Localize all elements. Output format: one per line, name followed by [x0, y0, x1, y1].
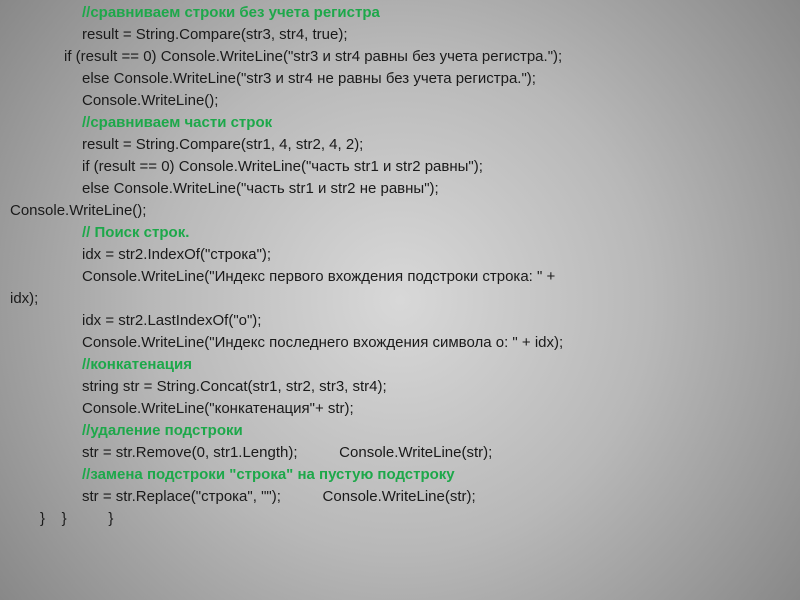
code-line: string str = String.Concat(str1, str2, s… — [10, 376, 790, 398]
code-slide: //сравниваем строки без учета регистраre… — [0, 0, 800, 530]
code-line: result = String.Compare(str1, 4, str2, 4… — [10, 134, 790, 156]
code-comment-line: // Поиск строк. — [10, 222, 790, 244]
code-line: idx = str2.IndexOf("строка"); — [10, 244, 790, 266]
code-line: } } } — [10, 508, 790, 530]
code-comment-line: //замена подстроки "строка" на пустую по… — [10, 464, 790, 486]
code-line: str = str.Remove(0, str1.Length); Consol… — [10, 442, 790, 464]
code-line: Console.WriteLine(); — [10, 90, 790, 112]
code-line: if (result == 0) Console.WriteLine("str3… — [10, 46, 790, 68]
code-line: Console.WriteLine("Индекс последнего вхо… — [10, 332, 790, 354]
code-line: else Console.WriteLine("часть str1 и str… — [10, 178, 790, 200]
code-line: Console.WriteLine("конкатенация"+ str); — [10, 398, 790, 420]
code-block: //сравниваем строки без учета регистраre… — [10, 2, 790, 530]
code-comment-line: //сравниваем строки без учета регистра — [10, 2, 790, 24]
code-line: if (result == 0) Console.WriteLine("част… — [10, 156, 790, 178]
code-line: idx = str2.LastIndexOf("o"); — [10, 310, 790, 332]
code-line: Console.WriteLine(); — [10, 200, 790, 222]
code-comment-line: //сравниваем части строк — [10, 112, 790, 134]
code-comment-line: //конкатенация — [10, 354, 790, 376]
code-comment-line: //удаление подстроки — [10, 420, 790, 442]
code-line: str = str.Replace("строка", ""); Console… — [10, 486, 790, 508]
code-line: else Console.WriteLine("str3 и str4 не р… — [10, 68, 790, 90]
code-line: result = String.Compare(str3, str4, true… — [10, 24, 790, 46]
code-line: idx); — [10, 288, 790, 310]
code-line: Console.WriteLine("Индекс первого вхожде… — [10, 266, 790, 288]
